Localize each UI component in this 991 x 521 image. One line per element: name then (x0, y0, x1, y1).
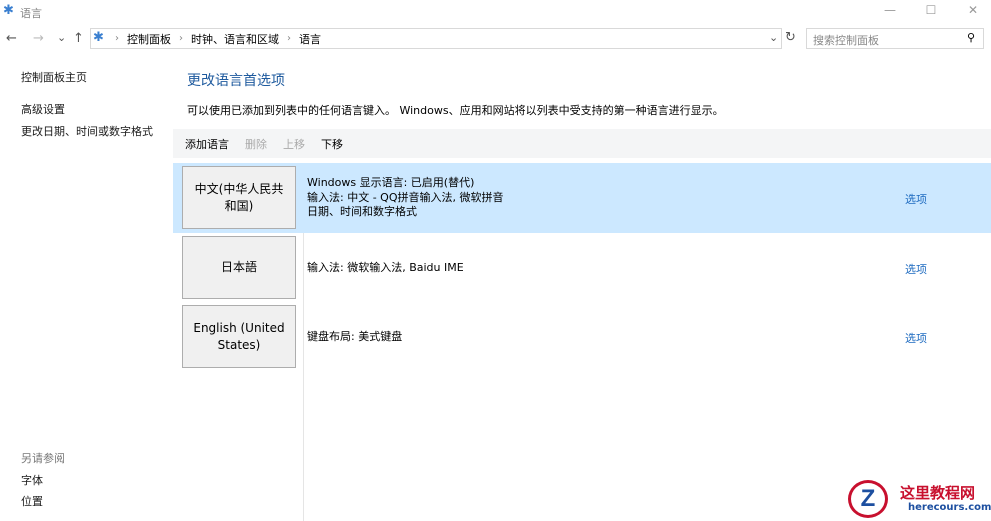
watermark-name: 这里教程网 (900, 484, 976, 502)
watermark-url: herecours.com (908, 502, 991, 513)
page-description: 可以使用已添加到列表中的任何语言键入。 Windows、应用和网站将以列表中受支… (187, 104, 724, 117)
control-panel-icon: ✱ (93, 30, 104, 45)
sidebar-home-link[interactable]: 控制面板主页 (21, 69, 87, 85)
see-also-heading: 另请参阅 (21, 452, 65, 465)
minimize-button[interactable]: — (880, 3, 900, 17)
detail-line: Windows 显示语言: 已启用(替代) (307, 176, 475, 189)
detail-line: 输入法: 中文 - QQ拼音输入法, 微软拼音 (307, 190, 504, 204)
detail-line: 键盘布局: 美式键盘 (307, 330, 403, 343)
move-up-button[interactable]: 上移 (283, 136, 305, 152)
language-row[interactable]: 日本語 输入法: 微软输入法, Baidu IME 选项 (173, 235, 991, 305)
search-icon[interactable]: ⚲ (967, 31, 975, 44)
breadcrumb-item[interactable]: 时钟、语言和区域 (191, 31, 279, 47)
options-link[interactable]: 选项 (905, 330, 927, 346)
detail-line: 输入法: 微软输入法, Baidu IME (307, 261, 464, 274)
address-dropdown-button[interactable]: ⌄ (769, 31, 778, 44)
language-button[interactable]: English (United States) (182, 305, 296, 368)
language-details: 输入法: 微软输入法, Baidu IME (307, 261, 464, 276)
language-button[interactable]: 日本語 (182, 236, 296, 299)
options-link[interactable]: 选项 (905, 261, 927, 277)
remove-button[interactable]: 删除 (245, 136, 267, 152)
language-row[interactable]: 中文(中华人民共和国) Windows 显示语言: 已启用(替代) 输入法: 中… (173, 163, 991, 233)
search-input[interactable]: 搜索控制面板 (806, 28, 984, 49)
breadcrumb-item[interactable]: 控制面板 (127, 31, 171, 47)
forward-button[interactable]: → (33, 31, 44, 46)
sidebar-advanced-settings-link[interactable]: 高级设置 (21, 101, 65, 117)
language-row[interactable]: English (United States) 键盘布局: 美式键盘 选项 (173, 304, 991, 374)
sidebar-date-format-link[interactable]: 更改日期、时间或数字格式 (21, 123, 153, 139)
detail-line: 日期、时间和数字格式 (307, 205, 417, 218)
chevron-right-icon: › (179, 33, 183, 44)
back-button[interactable]: ← (6, 31, 17, 46)
refresh-button[interactable]: ↻ (785, 30, 796, 45)
chevron-right-icon: › (115, 33, 119, 44)
address-bar[interactable]: › 控制面板 › 时钟、语言和区域 › 语言 (90, 28, 782, 49)
recent-locations-button[interactable]: ⌄ (57, 31, 66, 44)
page-title: 更改语言首选项 (187, 73, 285, 89)
maximize-button[interactable]: ☐ (921, 3, 941, 17)
close-button[interactable]: ✕ (963, 3, 983, 17)
up-button[interactable]: ↑ (73, 31, 84, 46)
language-toolbar: 添加语言 删除 上移 下移 (173, 129, 991, 158)
language-details: 键盘布局: 美式键盘 (307, 330, 402, 345)
options-link[interactable]: 选项 (905, 191, 927, 207)
app-icon: ✱ (3, 3, 14, 18)
watermark-logo: Z (848, 480, 888, 518)
language-details: Windows 显示语言: 已启用(替代) 输入法: 中文 - QQ拼音输入法,… (307, 176, 503, 220)
sidebar-fonts-link[interactable]: 字体 (21, 472, 43, 488)
move-down-button[interactable]: 下移 (321, 136, 343, 152)
add-language-button[interactable]: 添加语言 (185, 136, 229, 152)
window-title: 语言 (20, 7, 42, 20)
language-button[interactable]: 中文(中华人民共和国) (182, 166, 296, 229)
chevron-right-icon: › (287, 33, 291, 44)
sidebar-location-link[interactable]: 位置 (21, 493, 43, 509)
breadcrumb-item[interactable]: 语言 (299, 31, 321, 47)
